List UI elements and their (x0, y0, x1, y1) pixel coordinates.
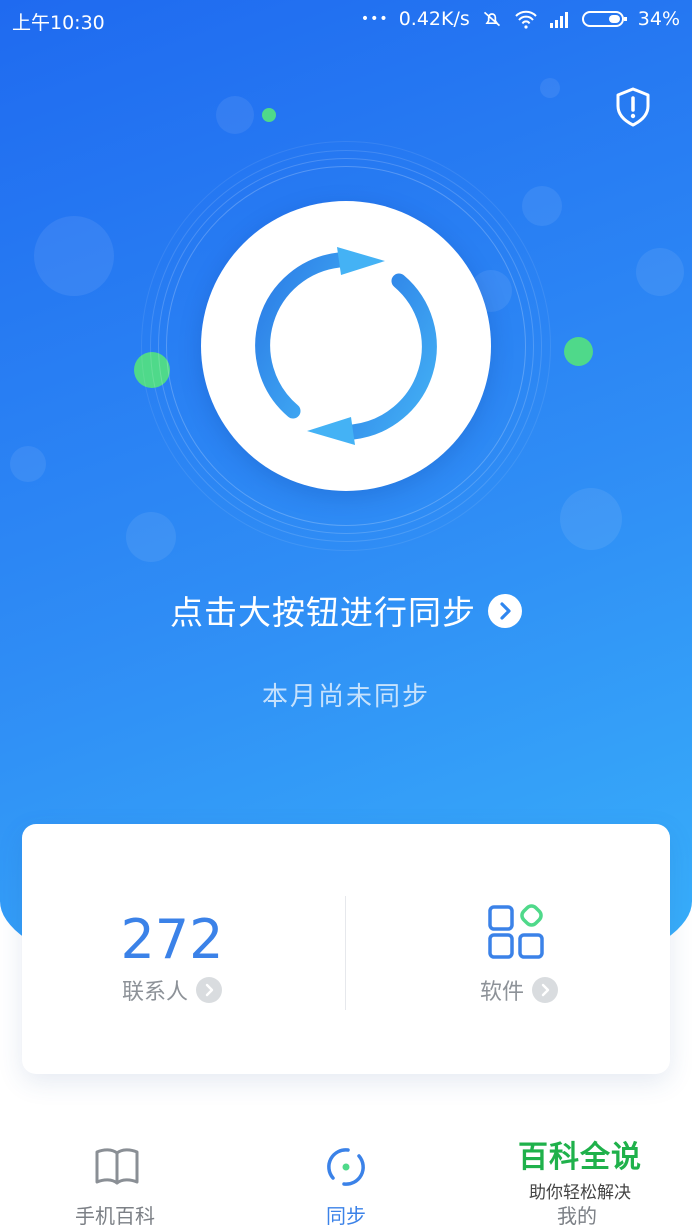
sync-cta-text: 点击大按钮进行同步 (170, 593, 476, 632)
nav-item-wiki[interactable]: 手机百科 (0, 1130, 230, 1230)
shield-alert-icon[interactable] (612, 86, 654, 128)
status-right: ••• 0.42K/s 34% (361, 8, 680, 30)
status-bar: 上午10:30 ••• 0.42K/s 34% (0, 0, 692, 40)
decor-bubble (34, 216, 114, 296)
apps-grid-icon (488, 904, 544, 959)
wifi-icon (515, 10, 537, 29)
watermark-subtitle: 助你轻松解决 (529, 1183, 631, 1203)
nav-label-sync: 同步 (326, 1204, 366, 1228)
decor-bubble (636, 248, 684, 296)
mute-bell-icon (483, 11, 500, 27)
watermark: 百科全说 助你轻松解决 (500, 1132, 660, 1203)
stats-card: 272 联系人 软件 (22, 824, 670, 1074)
nav-label-wiki: 手机百科 (75, 1204, 155, 1228)
watermark-title: 百科全说 (518, 1140, 642, 1175)
apps-label: 软件 (480, 980, 525, 1005)
battery-icon (581, 11, 627, 27)
chevron-right-icon (488, 594, 522, 628)
decor-green-dot (262, 108, 276, 122)
contacts-count: 272 (120, 908, 224, 971)
decor-bubble (10, 446, 46, 482)
decor-bubble (540, 78, 560, 98)
apps-label-row: 软件 (480, 974, 559, 1006)
status-time: 上午10:30 (12, 12, 105, 34)
sync-arrows-icon (255, 247, 437, 445)
decor-bubble (560, 488, 622, 550)
battery-percent: 34% (637, 8, 680, 30)
sync-button[interactable] (201, 201, 491, 491)
chevron-right-icon (196, 977, 223, 1003)
apps-stat[interactable]: 软件 (346, 824, 670, 1074)
contacts-stat[interactable]: 272 联系人 (22, 824, 346, 1074)
book-icon (95, 1148, 139, 1185)
signal-icon (549, 12, 568, 28)
sync-status-text: 本月尚未同步 (261, 682, 430, 712)
network-speed: 0.42K/s (398, 8, 470, 30)
nav-item-sync[interactable]: 同步 (231, 1130, 461, 1230)
decor-bubble (126, 512, 176, 562)
decor-bubble (522, 186, 562, 226)
sync-cta[interactable]: 点击大按钮进行同步 (0, 586, 692, 634)
chevron-right-icon (532, 977, 559, 1003)
decor-bubble (216, 96, 254, 134)
nav-label-mine: 我的 (557, 1204, 597, 1228)
sync-screen: 上午10:30 ••• 0.42K/s 34% 点击大按钮进行同步 本月尚未同步… (0, 0, 692, 1230)
status-dots: ••• (360, 11, 389, 27)
sync-icon (327, 1148, 365, 1186)
contacts-label-row: 联系人 (122, 974, 223, 1006)
decor-green-dot (564, 337, 593, 366)
contacts-label: 联系人 (122, 980, 189, 1005)
